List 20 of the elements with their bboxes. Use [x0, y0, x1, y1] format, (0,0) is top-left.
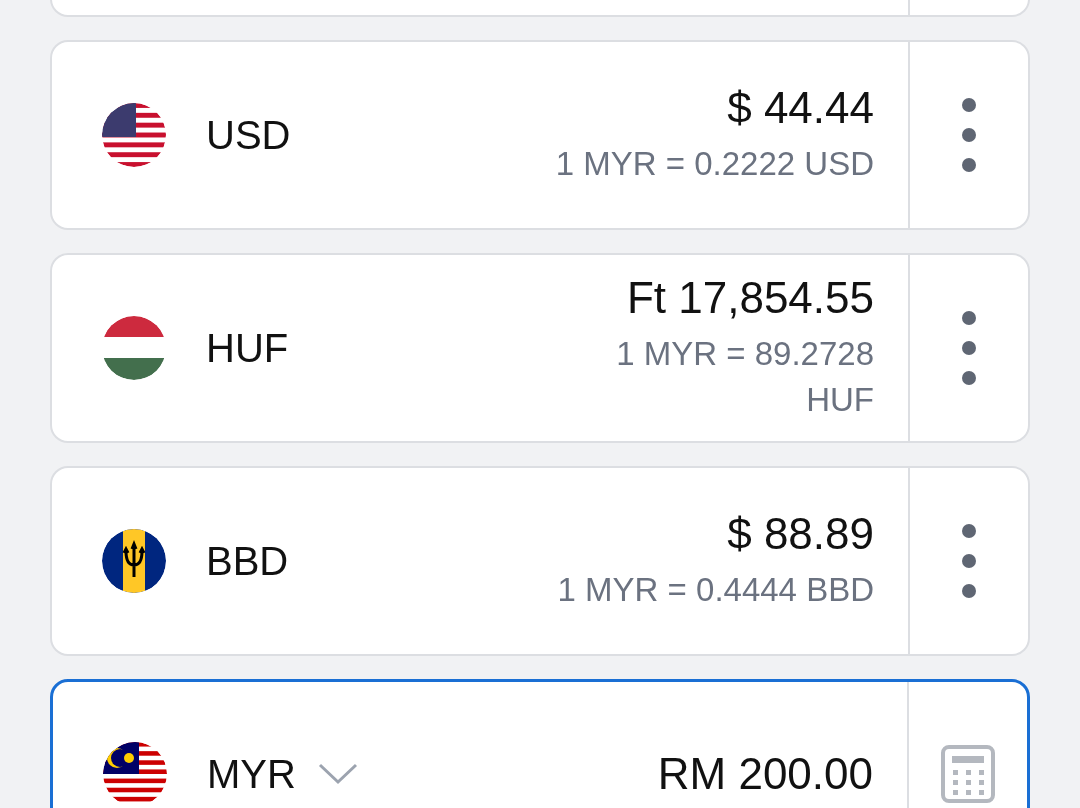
- more-options-icon[interactable]: [961, 97, 977, 173]
- flag-icon: [102, 316, 166, 380]
- converted-amount: Ft 17,854.55: [626, 272, 874, 323]
- exchange-rate: 1 MYR = 0.4444 BBD: [557, 569, 874, 610]
- converted-amount: $ 44.44: [727, 82, 874, 133]
- currency-card[interactable]: HUF Ft 17,854.55 1 MYR = 89.2728 HUF: [50, 253, 1030, 443]
- more-options-icon[interactable]: [961, 310, 977, 386]
- currency-card[interactable]: BBD $ 88.89 1 MYR = 0.4444 BBD: [50, 466, 1030, 656]
- exchange-rate: 1 MYR = 0.2222 USD: [555, 143, 874, 184]
- currency-card[interactable]: MYR RM 200.00: [50, 679, 1030, 808]
- more-options-icon[interactable]: [961, 523, 977, 599]
- currency-code: MYR: [207, 751, 296, 797]
- currency-code: USD: [206, 112, 291, 158]
- currency-card[interactable]: USD $ 44.44 1 MYR = 0.2222 USD: [50, 40, 1030, 230]
- converted-amount[interactable]: RM 200.00: [657, 749, 873, 799]
- converted-amount: $ 88.89: [727, 508, 874, 559]
- currency-code: HUF: [206, 325, 289, 371]
- currency-code: BBD: [206, 538, 289, 584]
- exchange-rate: 1 MYR = 89.2728 HUF: [615, 333, 874, 420]
- flag-icon: [102, 103, 166, 167]
